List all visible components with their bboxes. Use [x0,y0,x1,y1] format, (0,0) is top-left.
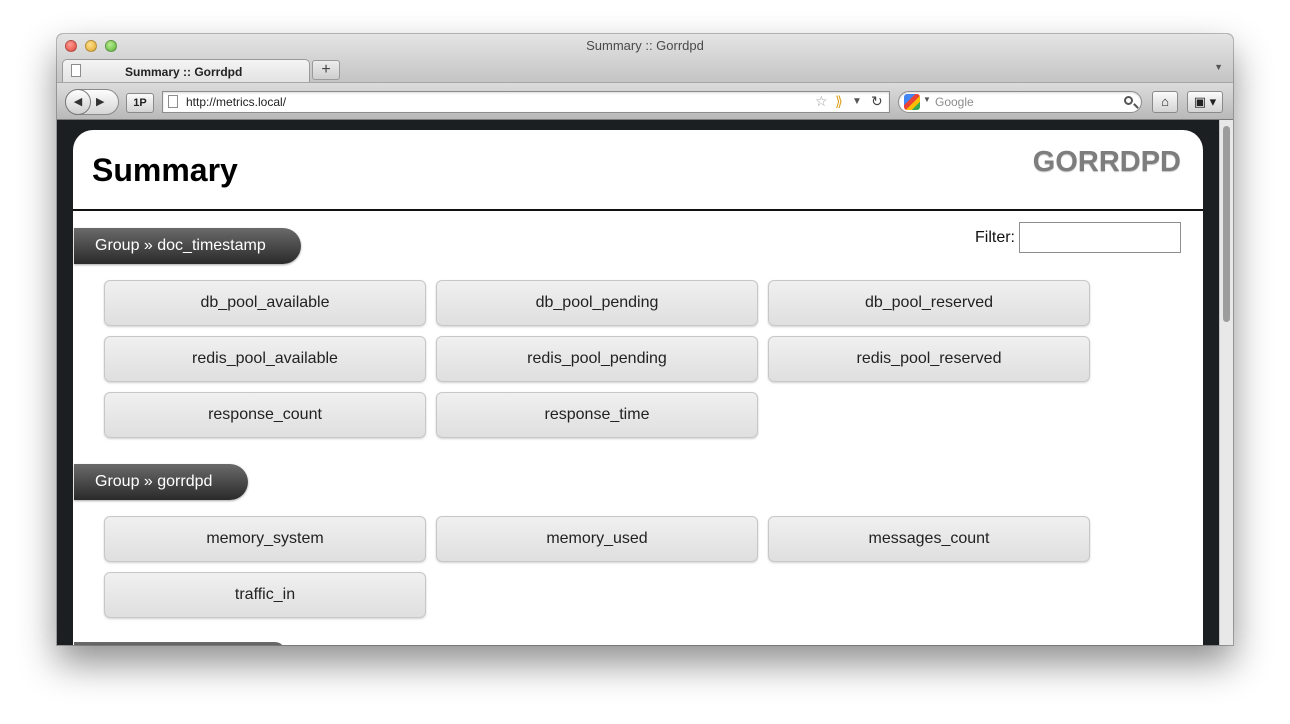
metric-button[interactable]: db_pool_reserved [768,280,1090,326]
metric-button[interactable]: memory_system [104,516,426,562]
back-forward-group: ◀ ▶ [65,89,119,115]
filter-label: Filter: [975,229,1015,246]
new-tab-icon: + [321,61,331,78]
bookmark-star-icon[interactable]: ☆ [815,93,828,110]
search-icon[interactable] [1124,96,1133,105]
tab-label: Summary :: Gorrdpd [125,65,243,79]
metric-button[interactable]: db_pool_available [104,280,426,326]
bookmarks-button[interactable]: ▣ ▾ [1187,91,1223,113]
home-icon: ⌂ [1161,94,1169,109]
url-bar[interactable]: http://metrics.local/ ☆ ⟫ ▼ ↻ [162,91,890,113]
metric-button[interactable]: traffic_in [104,572,426,618]
reload-icon[interactable]: ↻ [871,93,883,110]
history-dropdown-icon[interactable]: ▼ [852,96,862,107]
metric-button[interactable]: redis_pool_pending [436,336,758,382]
search-engine-dropdown-icon[interactable]: ▼ [923,95,931,104]
tab-summary[interactable]: Summary :: Gorrdpd [62,59,310,83]
back-icon: ◀ [73,96,83,108]
forward-icon: ▶ [96,96,105,108]
google-icon[interactable] [904,94,920,110]
tab-list-icon[interactable]: ▼ [1214,62,1223,72]
rss-icon[interactable]: ⟫ [835,93,843,110]
metric-button[interactable]: redis_pool_available [104,336,426,382]
search-bar[interactable]: ▼ Google [898,91,1142,113]
new-tab-button[interactable]: + [312,60,340,80]
group-header-partial[interactable] [74,642,285,645]
metric-button[interactable]: response_time [436,392,758,438]
navigation-toolbar: ◀ ▶ 1P http://metrics.local/ ☆ ⟫ ▼ ↻ ▼ G… [57,82,1233,120]
page-viewport: Summary GORRDPD Filter: Group » doc_time… [57,120,1233,645]
page-title: Summary [92,152,238,188]
browser-window: Summary :: Gorrdpd Summary :: Gorrdpd + … [57,34,1233,645]
page-icon [168,95,178,108]
group-header-gorrdpd[interactable]: Group » gorrdpd [74,464,248,500]
metric-button[interactable]: response_count [104,392,426,438]
scroll-thumb[interactable] [1223,126,1230,322]
bookmarks-icon: ▣ ▾ [1193,94,1217,109]
metric-button[interactable]: messages_count [768,516,1090,562]
window-title: Summary :: Gorrdpd [586,38,704,53]
home-button[interactable]: ⌂ [1152,91,1178,113]
filter-input[interactable] [1019,222,1181,253]
page-icon [71,64,81,77]
search-input[interactable]: Google [935,95,974,109]
metric-button[interactable]: memory_used [436,516,758,562]
url-text[interactable]: http://metrics.local/ [186,95,286,109]
metric-button[interactable]: redis_pool_reserved [768,336,1090,382]
page-content: Summary GORRDPD Filter: Group » doc_time… [73,130,1203,645]
title-bar: Summary :: Gorrdpd Summary :: Gorrdpd + … [57,34,1233,83]
metric-button[interactable]: db_pool_pending [436,280,758,326]
vertical-scrollbar[interactable] [1219,120,1233,645]
back-button[interactable]: ◀ [65,89,91,115]
page-header: Summary GORRDPD [73,130,1203,211]
group-header-doc-timestamp[interactable]: Group » doc_timestamp [74,228,301,264]
forward-button[interactable]: ▶ [96,90,104,114]
onepassword-button[interactable]: 1P [126,93,154,113]
brand-logo: GORRDPD [1032,146,1181,178]
